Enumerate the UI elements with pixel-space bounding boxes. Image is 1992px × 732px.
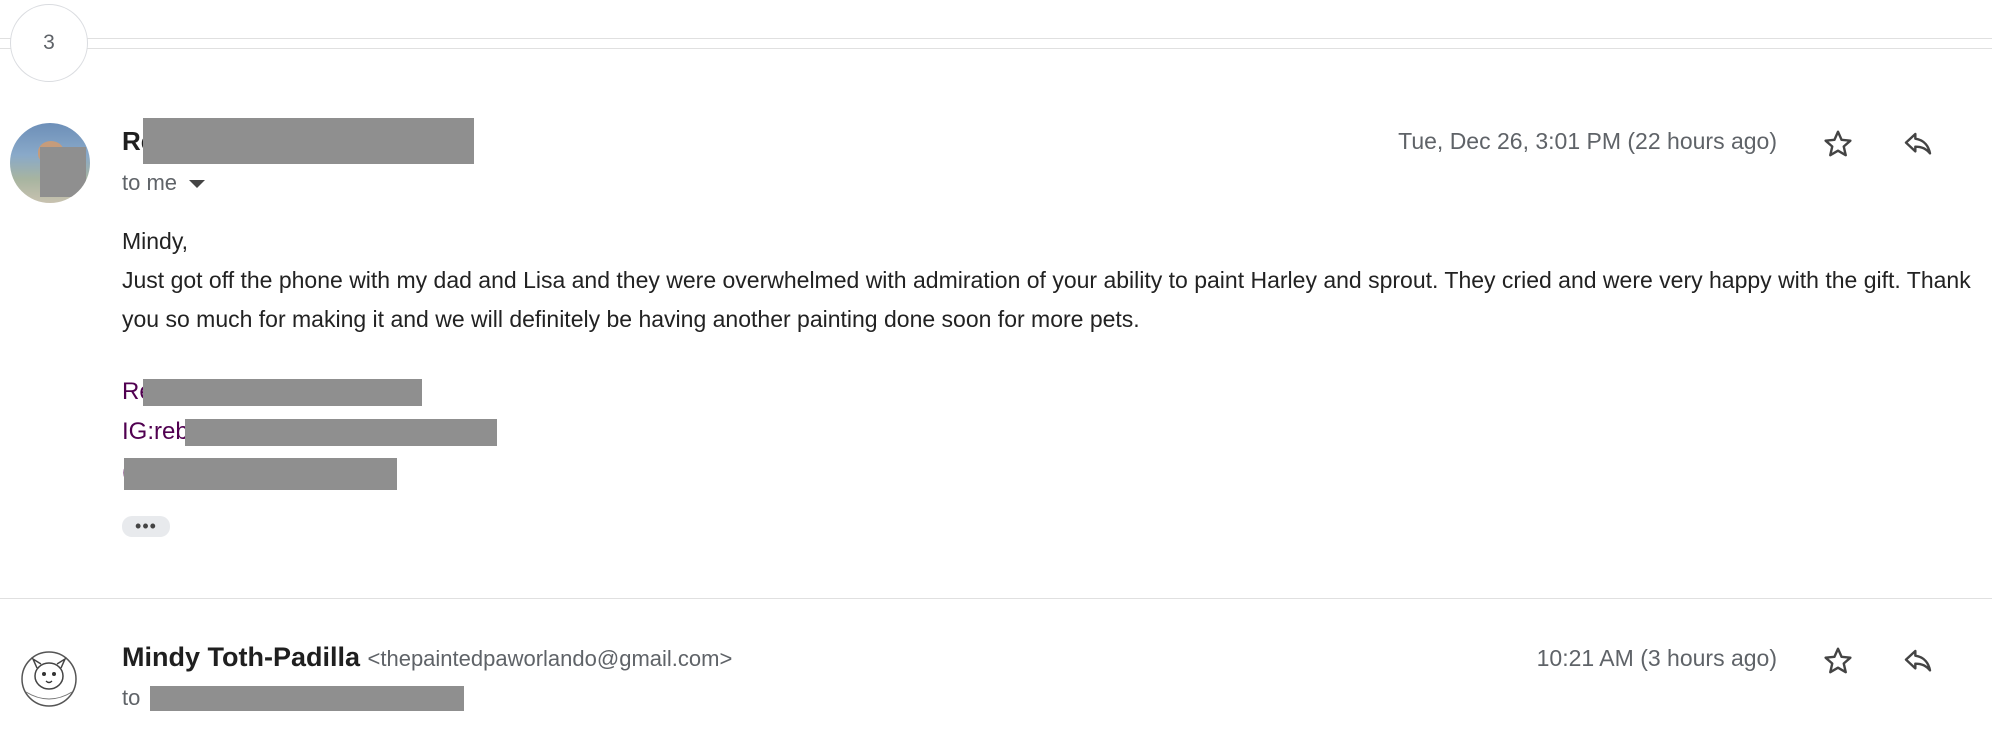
sender-avatar[interactable] [10,123,90,203]
redaction-block [124,458,397,490]
body-text: Just got off the phone with my dad and L… [122,267,1971,332]
dropdown-caret-icon[interactable] [189,180,206,188]
redaction-block [143,118,474,164]
message-date: 10:21 AM (3 hours ago) [1536,645,1777,671]
reply-button[interactable] [1898,124,1938,164]
painted-paw-logo-icon [21,651,77,707]
star-button[interactable] [1818,124,1858,164]
sender-email: <thepaintedpaworlando@gmail.com> [367,646,733,671]
sender-avatar[interactable] [14,648,84,710]
collapsed-divider [0,48,1992,49]
recipient-label: to [122,685,141,710]
signature-line-2[interactable]: IG:reb [122,418,189,446]
reply-icon [1904,649,1932,672]
signature-text: IG:reb [122,418,189,445]
redaction-block [40,147,86,197]
message-date: Tue, Dec 26, 3:01 PM (22 hours ago) [1398,128,1777,154]
message-divider [0,598,1992,599]
star-button[interactable] [1818,641,1858,681]
star-icon [1824,130,1852,157]
redaction-block [143,379,422,406]
redaction-block [185,419,497,446]
recipient-label: to me [122,170,178,195]
redaction-block [150,686,464,711]
greeting: Mindy, [122,228,189,254]
recipient-details-toggle[interactable]: to me [122,170,206,196]
collapsed-messages-count[interactable]: 3 [10,4,88,82]
message-body: Mindy, Just got off the phone with my da… [122,222,1992,339]
star-icon [1824,647,1852,674]
reply-button[interactable] [1898,641,1938,681]
collapsed-divider [0,38,1992,39]
sender-name[interactable]: Mindy Toth-Padilla <thepaintedpaworlando… [122,642,732,673]
sender-name-text: Mindy Toth-Padilla [122,642,360,672]
recipient-details-toggle[interactable]: to [122,685,140,711]
show-trimmed-content-button[interactable]: ••• [122,516,170,537]
reply-icon [1904,132,1932,155]
ellipsis-icon: ••• [135,516,157,536]
